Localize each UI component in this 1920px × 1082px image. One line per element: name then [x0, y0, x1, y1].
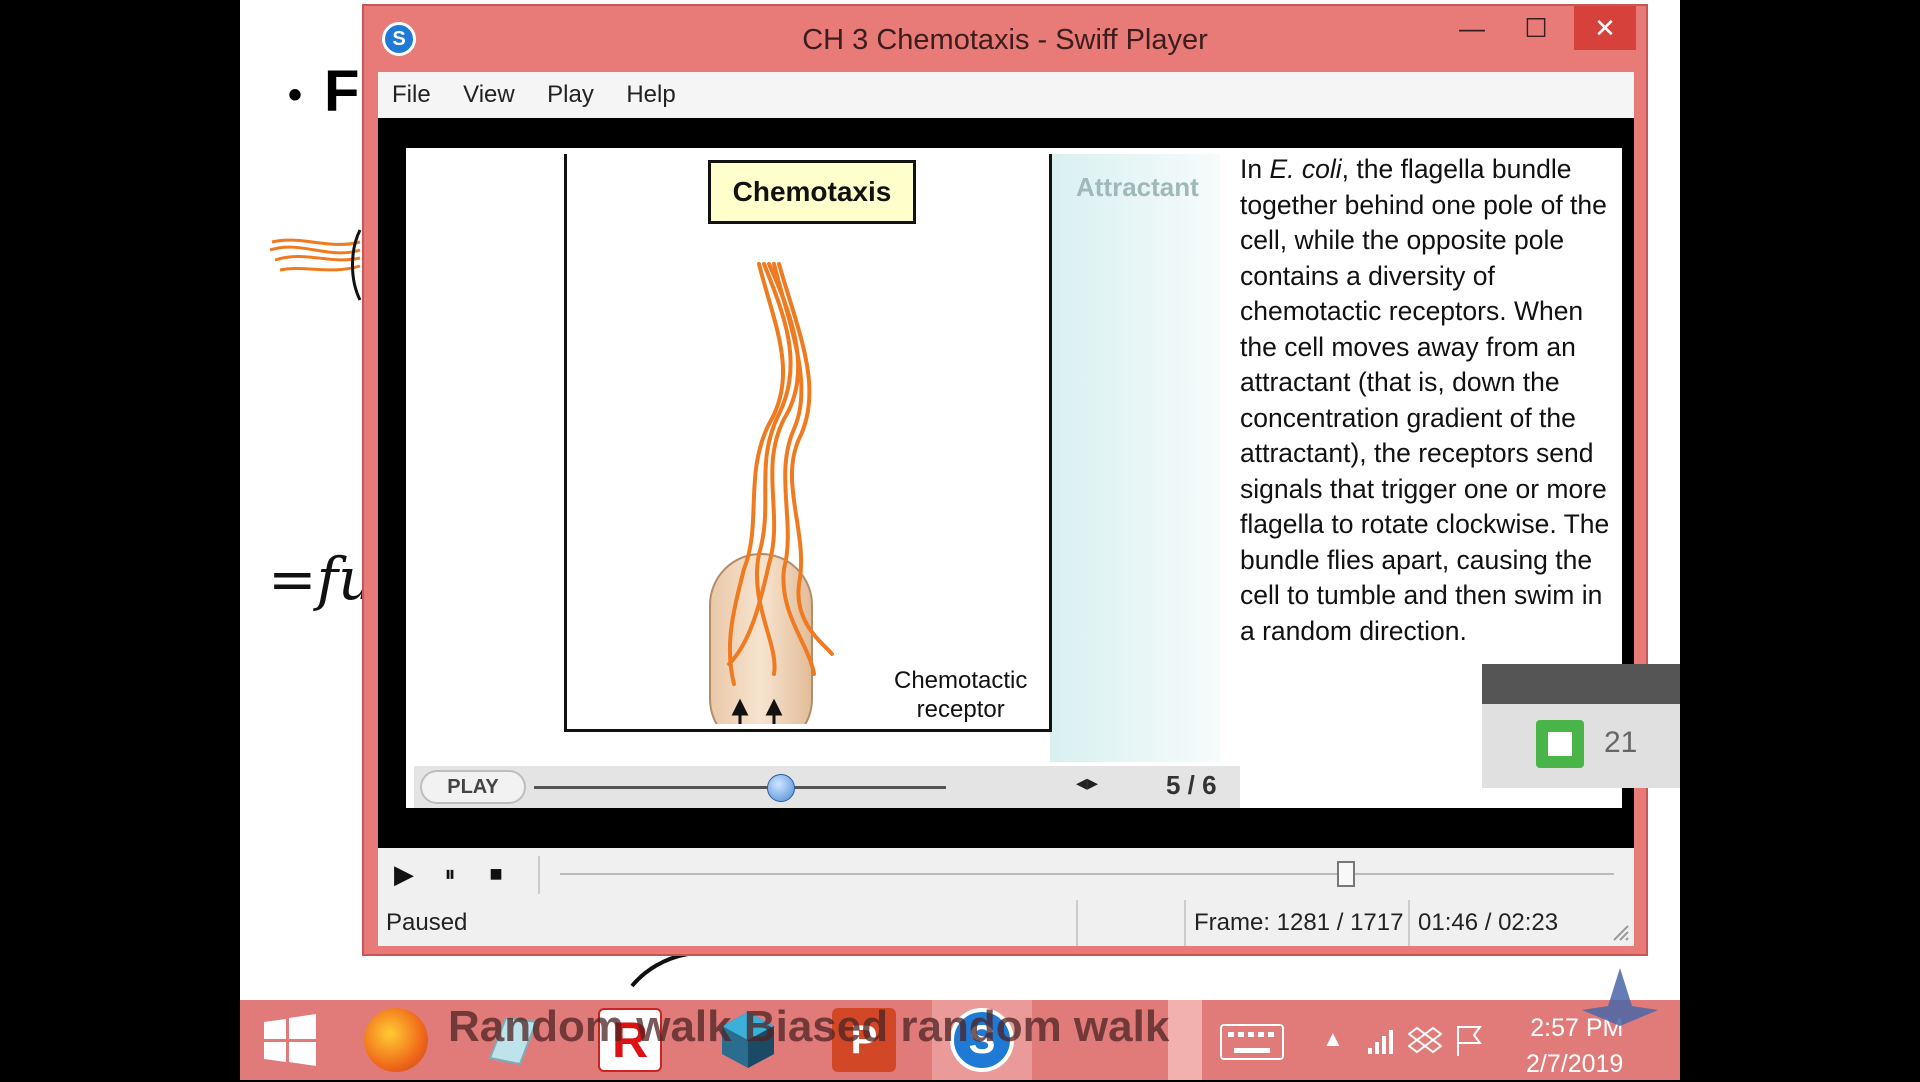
slide-bullet-text: • F: [288, 59, 360, 124]
flash-stage[interactable]: Attractant Chemotaxis Chemotactic recept…: [378, 118, 1634, 848]
action-center-flag-icon[interactable]: [1454, 1024, 1484, 1058]
pen-tool-icon[interactable]: [1580, 966, 1660, 1036]
receptor-label-line1: Chemotactic: [894, 667, 1028, 694]
menu-help[interactable]: Help: [612, 72, 689, 118]
receptor-label: Chemotactic receptor: [894, 666, 1027, 724]
description-prefix: In: [1240, 154, 1270, 184]
seek-thumb[interactable]: [1337, 861, 1356, 887]
resize-grip-icon[interactable]: [1610, 922, 1630, 942]
attractant-gradient: [1050, 154, 1220, 762]
description-italic: E. coli: [1269, 154, 1342, 184]
swiff-player-window: S CH 3 Chemotaxis - Swiff Player — ☐ ✕ F…: [362, 4, 1648, 956]
description-body: , the flagella bundle together behind on…: [1240, 154, 1610, 646]
signal-icon[interactable]: [1366, 1026, 1396, 1056]
time-counter: 01:46 / 02:23: [1408, 900, 1608, 946]
ink-handwritten-note: =fu: [268, 545, 376, 613]
animation-slider-track[interactable]: [534, 786, 946, 789]
menu-file[interactable]: File: [378, 72, 445, 118]
chemotaxis-heading: Chemotaxis: [708, 160, 916, 224]
widget-header[interactable]: [1482, 664, 1680, 704]
step-arrows-icon[interactable]: ◂▸: [1076, 770, 1098, 796]
minimize-button[interactable]: —: [1444, 6, 1500, 50]
tray-chevron-icon[interactable]: ▲: [1322, 1026, 1344, 1052]
animation-panel: Attractant Chemotaxis Chemotactic recept…: [414, 154, 1238, 764]
firefox-icon[interactable]: [364, 1008, 428, 1072]
dropbox-icon[interactable]: [1408, 1026, 1442, 1056]
description-text: In E. coli, the flagella bundle together…: [1240, 152, 1610, 649]
animation-play-button[interactable]: PLAY: [420, 770, 526, 804]
attractant-label: Attractant: [1076, 172, 1199, 202]
stop-recording-icon[interactable]: [1536, 720, 1584, 768]
status-bar: Paused Frame: 1281 / 1717 01:46 / 02:23: [378, 900, 1634, 946]
ink-curve-stroke: [630, 952, 689, 988]
seek-bar[interactable]: [560, 873, 1614, 875]
frame-counter: Frame: 1281 / 1717: [1184, 900, 1408, 946]
page-counter: 5 / 6: [1166, 770, 1217, 800]
pause-icon[interactable]: ⏸: [430, 854, 470, 894]
transport-bar: ▶ ⏸ ■: [378, 848, 1634, 900]
menu-play[interactable]: Play: [533, 72, 608, 118]
recording-widget: 21: [1482, 664, 1680, 788]
clock-date: 2/7/2019: [1526, 1050, 1624, 1078]
status-empty-cell: [1076, 900, 1184, 946]
title-bar[interactable]: S CH 3 Chemotaxis - Swiff Player — ☐ ✕: [364, 6, 1646, 72]
animation-content: Attractant Chemotaxis Chemotactic recept…: [406, 148, 1622, 808]
keyboard-icon[interactable]: [1220, 1024, 1284, 1060]
animation-controls: PLAY ◂▸ 5 / 6: [414, 766, 1240, 808]
receptor-label-line2: receptor: [916, 696, 1005, 723]
transport-divider: [538, 856, 540, 894]
animation-slider-knob[interactable]: [767, 774, 796, 802]
widget-counter: 21: [1604, 726, 1638, 759]
bacterium-cell-illustration: [709, 262, 834, 724]
show-desktop-strip[interactable]: [1168, 1000, 1202, 1080]
play-icon[interactable]: ▶: [384, 854, 424, 894]
maximize-button[interactable]: ☐: [1508, 6, 1564, 50]
windows-start-icon[interactable]: [258, 1008, 322, 1072]
playback-state: Paused: [386, 909, 468, 936]
stop-icon[interactable]: ■: [476, 854, 516, 894]
close-button[interactable]: ✕: [1574, 6, 1636, 50]
menu-view[interactable]: View: [449, 72, 529, 118]
taskbar-overlay-text: Random walk Biased random walk: [448, 1002, 1170, 1051]
menu-bar: File View Play Help: [378, 72, 1634, 118]
